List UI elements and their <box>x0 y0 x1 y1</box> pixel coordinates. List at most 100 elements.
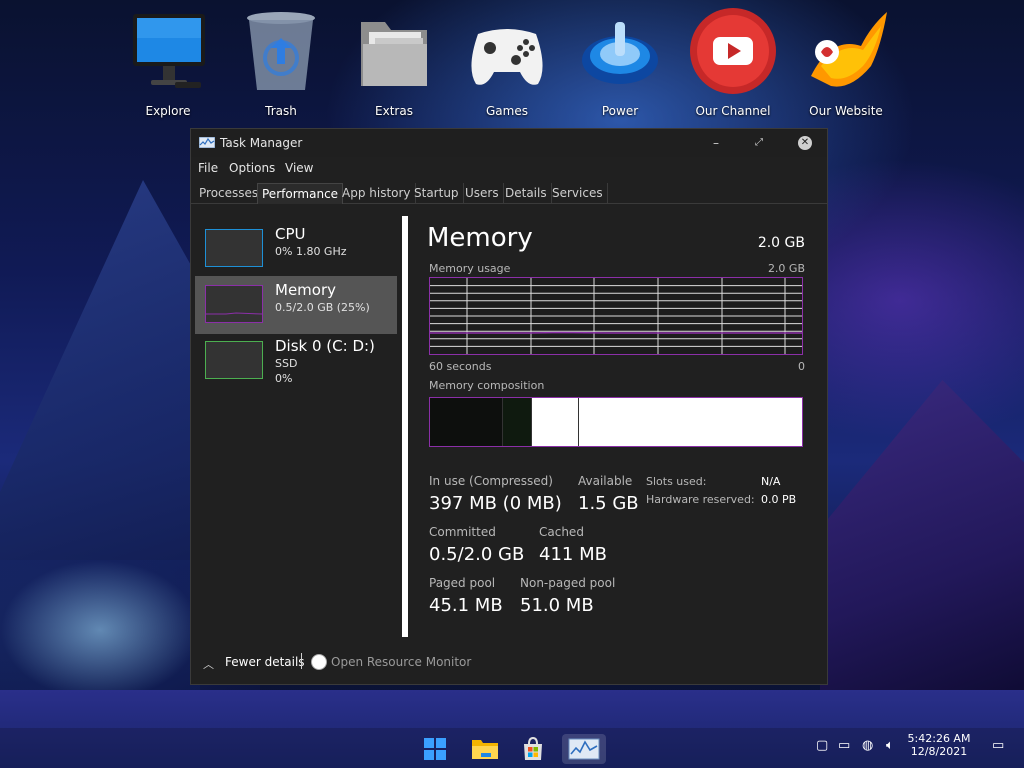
committed-label: Committed <box>429 525 496 539</box>
footer-divider <box>301 653 302 669</box>
in-use-value: 397 MB (0 MB) <box>429 493 562 514</box>
sidebar-item-cpu[interactable]: CPU 0% 1.80 GHz <box>195 220 397 278</box>
hardware-reserved-label: Hardware reserved: <box>646 493 755 506</box>
taskbar: ▢ ▭ ◍ 🔈︎ 5:42:26 AM 12/8/2021 ▭ <box>0 728 1024 768</box>
committed-value: 0.5/2.0 GB <box>429 544 525 565</box>
menu-file[interactable]: File <box>198 161 218 175</box>
non-paged-pool-label: Non-paged pool <box>520 576 616 590</box>
wallpaper-mountain-right <box>820 380 1024 710</box>
sidebar-item-detail: SSD <box>275 357 298 370</box>
window-title: Task Manager <box>220 136 303 150</box>
task-manager-taskbar-icon[interactable] <box>562 734 606 764</box>
sidebar-item-detail: 0.5/2.0 GB (25%) <box>275 301 370 314</box>
footer-bar: ︿ Fewer details Open Resource Monitor <box>191 649 827 679</box>
paged-pool-value: 45.1 MB <box>429 595 503 616</box>
title-bar[interactable]: Task Manager – ⤢ ✕ <box>191 129 827 157</box>
desktop-icon-power[interactable]: Power <box>570 6 670 118</box>
in-use-label: In use (Compressed) <box>429 474 553 488</box>
desktop-icon-our-website[interactable]: Our Website <box>796 6 896 118</box>
available-value: 1.5 GB <box>578 493 639 514</box>
desktop-icon-trash[interactable]: Trash <box>231 6 331 118</box>
usage-label: Memory usage <box>429 262 511 275</box>
menu-options[interactable]: Options <box>229 161 275 175</box>
composition-segment-standby <box>530 398 578 446</box>
tab-details[interactable]: Details <box>501 183 552 203</box>
sidebar-item-memory[interactable]: Memory 0.5/2.0 GB (25%) <box>195 276 397 334</box>
folder-icon <box>349 6 439 96</box>
desktop-icon-label: Extras <box>375 104 413 118</box>
resource-monitor-icon[interactable] <box>311 654 327 670</box>
youtube-icon <box>688 6 778 96</box>
menu-view[interactable]: View <box>285 161 313 175</box>
fewer-details-link[interactable]: Fewer details <box>225 655 305 669</box>
available-label: Available <box>578 474 633 488</box>
non-paged-pool-value: 51.0 MB <box>520 595 594 616</box>
wallpaper-lake <box>0 560 200 700</box>
memory-thumbnail-graph <box>205 285 263 323</box>
desktop-icon-games[interactable]: Games <box>457 6 557 118</box>
windows-start-icon[interactable] <box>420 734 450 764</box>
tab-app-history[interactable]: App history <box>338 183 416 203</box>
slots-used-value: N/A <box>761 475 781 488</box>
pane-splitter[interactable] <box>402 216 408 637</box>
desktop-icon-our-channel[interactable]: Our Channel <box>683 6 783 118</box>
paged-pool-label: Paged pool <box>429 576 496 590</box>
store-icon[interactable] <box>518 734 548 764</box>
desktop-icon-extras[interactable]: Extras <box>344 6 444 118</box>
tab-performance[interactable]: Performance <box>257 183 344 204</box>
show-hidden-icons-icon[interactable]: ▢ <box>816 738 828 753</box>
monitor-icon <box>123 6 213 96</box>
clock-time: 5:42:26 AM <box>907 732 971 745</box>
tab-services[interactable]: Services <box>548 183 608 203</box>
power-icon <box>575 6 665 96</box>
chevron-up-icon[interactable]: ︿ <box>203 656 214 672</box>
recycle-bin-icon <box>236 6 326 96</box>
clock-date: 12/8/2021 <box>910 745 968 758</box>
desktop-icon-label: Trash <box>265 104 297 118</box>
sidebar-item-title: Memory <box>275 281 337 299</box>
tab-strip: Processes Performance App history Startu… <box>191 181 827 204</box>
disk-thumbnail-graph <box>205 341 263 379</box>
usage-max: 2.0 GB <box>767 262 805 275</box>
gamepad-icon <box>462 6 552 96</box>
hardware-reserved-value: 0.0 PB <box>761 493 797 506</box>
open-resource-monitor-link[interactable]: Open Resource Monitor <box>331 655 471 669</box>
network-icon[interactable]: ◍ <box>862 738 873 753</box>
memory-composition-bar <box>429 397 803 447</box>
resource-list: CPU 0% 1.80 GHz Memory 0.5/2.0 GB (25%) … <box>191 204 401 644</box>
battery-icon[interactable]: ▭ <box>838 738 850 753</box>
desktop-icon-label: Our Channel <box>695 104 771 118</box>
desktop-icon-label: Explore <box>145 104 191 118</box>
time-axis-start: 60 seconds <box>429 360 492 373</box>
minimize-button[interactable]: – <box>705 133 727 153</box>
tab-startup[interactable]: Startup <box>410 183 464 203</box>
file-explorer-icon[interactable] <box>470 734 500 764</box>
maximize-button[interactable]: ⤢ <box>748 133 770 153</box>
task-manager-window: Task Manager – ⤢ ✕ File Options View Pro… <box>190 128 828 685</box>
memory-usage-graph <box>429 277 803 355</box>
composition-segment-modified <box>501 398 531 446</box>
volume-icon[interactable]: 🔈︎ <box>886 738 894 753</box>
close-button[interactable]: ✕ <box>798 136 812 150</box>
cached-label: Cached <box>539 525 584 539</box>
desktop-icon-label: Power <box>601 104 639 118</box>
desktop-icon-label: Games <box>486 104 528 118</box>
sidebar-item-title: CPU <box>275 225 306 243</box>
composition-segment-free <box>577 398 802 446</box>
tab-users[interactable]: Users <box>461 183 504 203</box>
slots-used-label: Slots used: <box>646 475 707 488</box>
system-clock[interactable]: 5:42:26 AM 12/8/2021 <box>904 732 974 758</box>
sidebar-item-detail-2: 0% <box>275 372 293 385</box>
composition-segment-in-use <box>430 398 502 446</box>
notifications-icon[interactable]: ▭ <box>992 738 1004 753</box>
sidebar-item-title: Disk 0 (C: D:) <box>275 337 375 355</box>
desktop-icon-explore[interactable]: Explore <box>118 6 218 118</box>
phoenix-logo-icon <box>801 6 891 96</box>
sidebar-item-disk[interactable]: Disk 0 (C: D:) SSD 0% <box>195 332 397 390</box>
composition-label: Memory composition <box>429 379 545 392</box>
desktop-icon-label: Our Website <box>809 104 883 118</box>
tab-processes[interactable]: Processes <box>195 183 264 203</box>
cpu-thumbnail-graph <box>205 229 263 267</box>
cached-value: 411 MB <box>539 544 607 565</box>
memory-total: 2.0 GB <box>757 235 805 251</box>
